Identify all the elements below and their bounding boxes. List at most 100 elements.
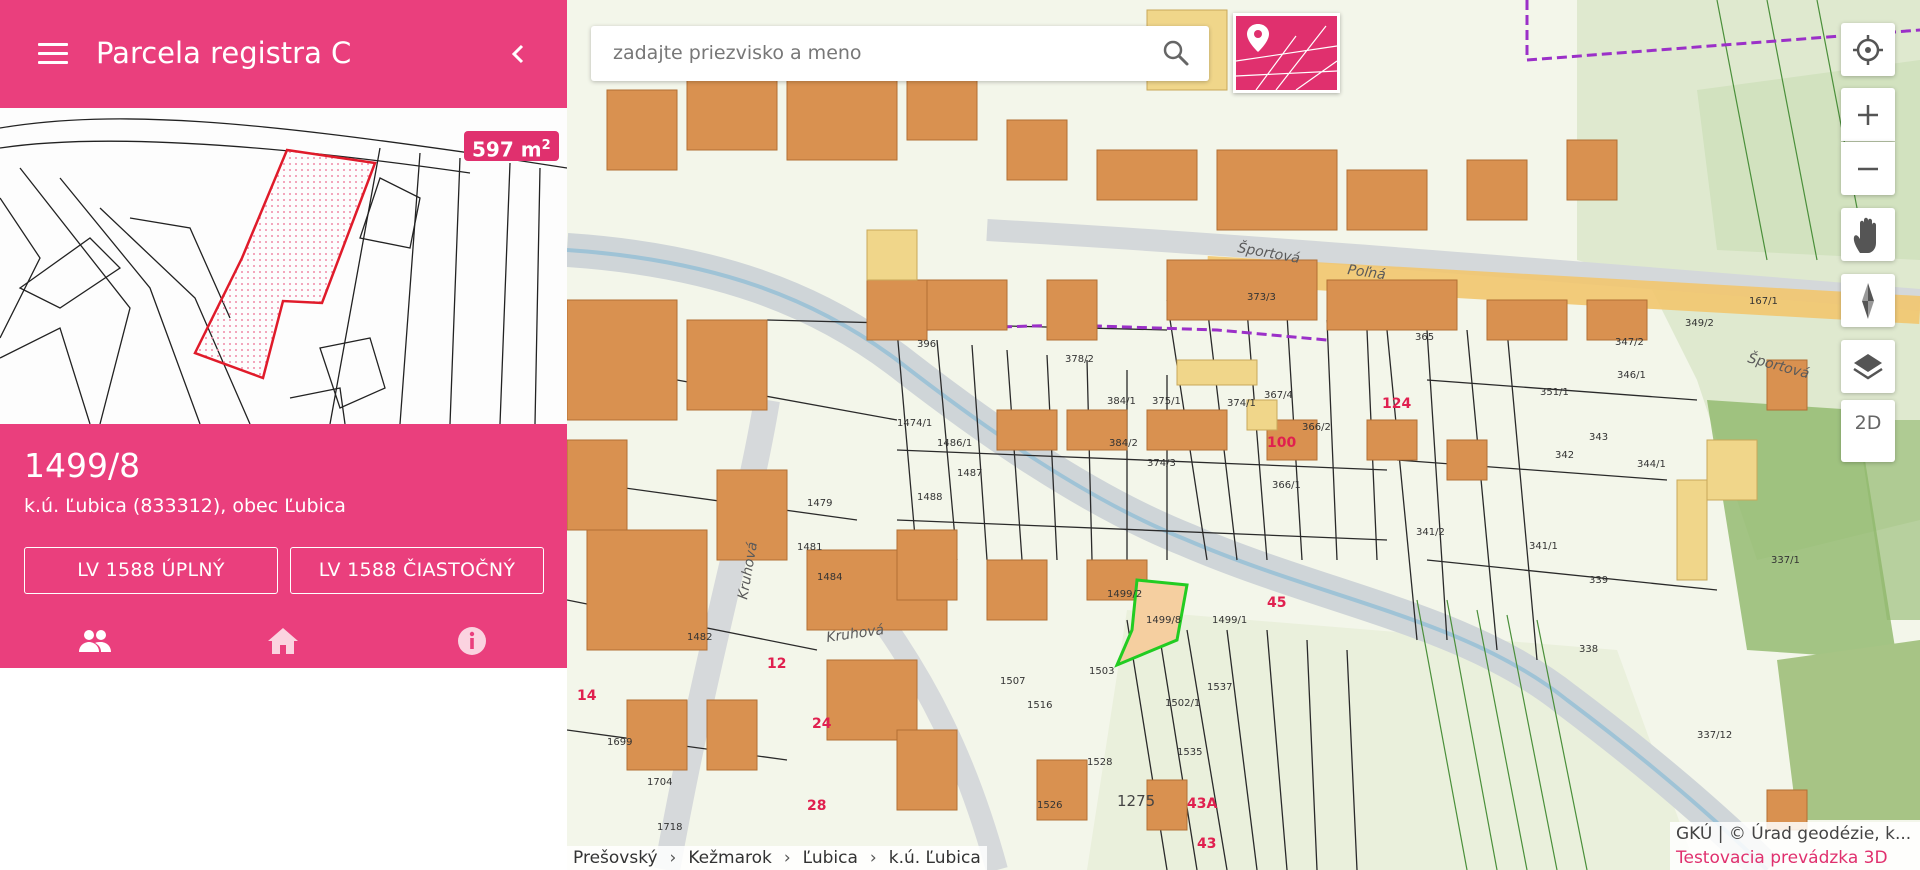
svg-text:378/2: 378/2 [1065, 354, 1094, 365]
owners-icon[interactable] [78, 626, 112, 656]
mode-2d-button[interactable]: 2D [1841, 400, 1895, 462]
svg-text:1526: 1526 [1037, 800, 1062, 811]
locate-icon [1853, 34, 1883, 65]
parcel-number: 1499/8 [24, 446, 141, 485]
svg-text:1502/1: 1502/1 [1165, 698, 1200, 709]
svg-text:1537: 1537 [1207, 682, 1232, 693]
svg-text:1499/2: 1499/2 [1107, 589, 1142, 600]
svg-text:1481: 1481 [797, 542, 822, 553]
svg-text:14: 14 [577, 688, 597, 704]
svg-text:341/1: 341/1 [1529, 541, 1558, 552]
attribution: GKÚ | © Úrad geodézie, k... Testovacia p… [1670, 822, 1920, 870]
svg-text:346/1: 346/1 [1617, 370, 1646, 381]
svg-text:384/2: 384/2 [1109, 438, 1138, 449]
svg-text:337/1: 337/1 [1771, 555, 1800, 566]
svg-text:100: 100 [1267, 435, 1296, 451]
map-canvas[interactable]: 1499/8 1499/1 1499/2 1502/1 1503 1507 1516 15… [567, 0, 1920, 870]
svg-text:351/1: 351/1 [1540, 387, 1569, 398]
zoom-in-icon [1858, 104, 1878, 125]
hand-pan-icon [1853, 217, 1876, 253]
svg-text:24: 24 [812, 716, 832, 732]
app-root: 1499/8 1499/1 1499/2 1502/1 1503 1507 1516 15… [0, 0, 1920, 870]
zoom-out-button[interactable] [1841, 142, 1895, 195]
svg-text:338: 338 [1579, 644, 1598, 655]
svg-text:366/2: 366/2 [1302, 422, 1331, 433]
home-icon[interactable] [266, 626, 300, 656]
cadastre-map-icon [1236, 24, 1337, 90]
menu-icon[interactable] [38, 40, 68, 68]
svg-text:374/1: 374/1 [1227, 398, 1256, 409]
svg-text:1507: 1507 [1000, 676, 1025, 687]
svg-text:1516: 1516 [1027, 700, 1052, 711]
breadcrumb-region[interactable]: Prešovský [573, 848, 658, 868]
svg-text:339: 339 [1589, 575, 1608, 586]
compass-button[interactable] [1841, 274, 1895, 327]
svg-text:1499/8: 1499/8 [1146, 615, 1181, 626]
zoom-out-icon [1858, 167, 1878, 170]
pan-button[interactable] [1841, 208, 1895, 261]
parcel-info: 1499/8 k.ú. Ľubica (833312), obec Ľubica… [0, 424, 567, 668]
svg-text:167/1: 167/1 [1749, 296, 1778, 307]
svg-text:43: 43 [1197, 836, 1216, 852]
svg-text:343: 343 [1589, 432, 1608, 443]
breadcrumb-district[interactable]: Kežmarok [688, 848, 772, 868]
svg-text:1535: 1535 [1177, 747, 1202, 758]
breadcrumb-municipality[interactable]: Ľubica [803, 848, 858, 868]
svg-text:344/1: 344/1 [1637, 459, 1666, 470]
svg-text:12: 12 [767, 656, 786, 672]
svg-text:374/3: 374/3 [1147, 458, 1176, 469]
svg-text:43A: 43A [1187, 796, 1217, 812]
breadcrumb: Prešovský › Kežmarok › Ľubica › k.ú. Ľub… [567, 846, 987, 870]
search-icon[interactable] [1161, 38, 1191, 68]
svg-text:1479: 1479 [807, 498, 832, 509]
svg-text:373/3: 373/3 [1247, 292, 1276, 303]
svg-text:375/1: 375/1 [1152, 396, 1181, 407]
svg-text:366/1: 366/1 [1272, 480, 1301, 491]
area-badge: 597 m2 [464, 131, 559, 162]
svg-text:28: 28 [807, 798, 826, 814]
chevron-right-icon: › [869, 848, 877, 868]
locate-button[interactable] [1841, 23, 1895, 76]
svg-text:396: 396 [917, 339, 936, 350]
svg-text:1699: 1699 [607, 737, 632, 748]
svg-text:1704: 1704 [647, 777, 672, 788]
svg-text:1486/1: 1486/1 [937, 438, 972, 449]
svg-text:1718: 1718 [657, 822, 682, 833]
svg-text:384/1: 384/1 [1107, 396, 1136, 407]
info-icon[interactable] [455, 626, 489, 656]
panel-header: Parcela registra C [0, 0, 567, 108]
svg-text:347/2: 347/2 [1615, 337, 1644, 348]
attribution-text[interactable]: GKÚ | © Úrad geodézie, k... [1676, 822, 1920, 846]
svg-text:1503: 1503 [1089, 666, 1114, 677]
search-input[interactable] [613, 38, 1133, 68]
svg-text:45: 45 [1267, 595, 1286, 611]
layers-icon [1853, 353, 1883, 379]
svg-text:1482: 1482 [687, 632, 712, 643]
compass-icon [1862, 282, 1874, 319]
svg-text:124: 124 [1382, 396, 1411, 412]
svg-text:1275: 1275 [1117, 792, 1155, 810]
zoom-in-button[interactable] [1841, 88, 1895, 141]
svg-text:342: 342 [1555, 450, 1574, 461]
svg-text:1484: 1484 [817, 572, 842, 583]
search-bar [591, 26, 1209, 81]
svg-text:1499/1: 1499/1 [1212, 615, 1247, 626]
svg-text:1474/1: 1474/1 [897, 418, 932, 429]
chevron-left-icon[interactable] [506, 40, 530, 68]
lv-partial-button[interactable]: LV 1588 ČIASTOČNÝ [290, 547, 544, 594]
test-mode-text: Testovacia prevádzka 3D [1676, 848, 1888, 868]
svg-text:1488: 1488 [917, 492, 942, 503]
svg-text:367/4: 367/4 [1264, 390, 1293, 401]
panel-title: Parcela registra C [96, 36, 352, 70]
parcel-location: k.ú. Ľubica (833312), obec Ľubica [24, 495, 346, 517]
svg-text:337/12: 337/12 [1697, 730, 1732, 741]
svg-text:1528: 1528 [1087, 757, 1112, 768]
lv-full-button[interactable]: LV 1588 ÚPLNÝ [24, 547, 278, 594]
map-layer: 1499/8 1499/1 1499/2 1502/1 1503 1507 1516 15… [567, 0, 1920, 870]
breadcrumb-cadastral-area[interactable]: k.ú. Ľubica [889, 848, 981, 868]
parcel-panel: Parcela registra C 597 m2 1499/8 k.ú. Ľu… [0, 0, 567, 870]
basemap-switch-button[interactable] [1233, 13, 1340, 93]
svg-text:365: 365 [1415, 332, 1434, 343]
svg-text:349/2: 349/2 [1685, 318, 1714, 329]
layers-button[interactable] [1841, 340, 1895, 393]
